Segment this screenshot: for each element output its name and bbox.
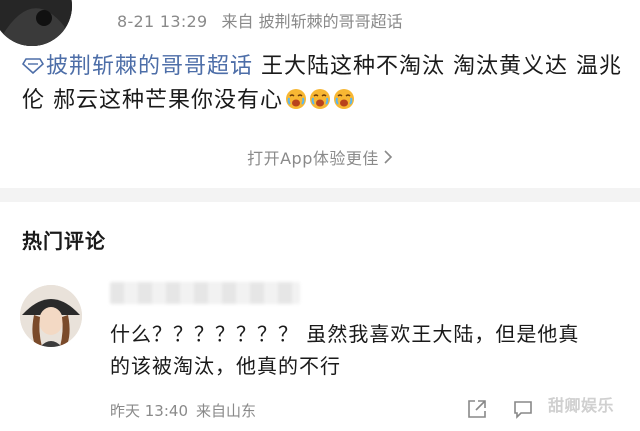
post-author-avatar[interactable] xyxy=(0,0,72,46)
chevron-right-icon xyxy=(383,149,393,168)
open-app-link[interactable]: 打开App体验更佳 xyxy=(0,145,640,169)
topic-link[interactable]: 披荆斩棘的哥哥超话 xyxy=(22,54,253,79)
commenter-avatar[interactable] xyxy=(20,285,82,347)
topic-label: 披荆斩棘的哥哥超话 xyxy=(46,54,254,79)
avatar-image xyxy=(20,285,82,347)
post-text: 披荆斩棘的哥哥超话 王大陆这种不淘汰 淘汰黄义达 温兆伦 郝云这种芒果你没有心 xyxy=(22,50,622,118)
comment-time: 昨天 13:40 xyxy=(110,402,188,420)
hot-comments-title: 热门评论 xyxy=(22,229,106,253)
watermark: 甜卿娱乐 xyxy=(548,396,615,415)
post-source[interactable]: 来自 披荆斩棘的哥哥超话 xyxy=(222,12,403,31)
section-divider xyxy=(0,188,640,202)
post-meta: 8-21 13:29 来自 披荆斩棘的哥哥超话 xyxy=(117,8,403,32)
open-app-label: 打开App体验更佳 xyxy=(247,149,379,168)
comment-source: 来自山东 xyxy=(196,402,257,420)
share-icon[interactable] xyxy=(466,398,488,420)
comment-icon[interactable] xyxy=(512,398,534,420)
post-time: 8-21 13:29 xyxy=(117,12,208,31)
comment-text: 什么？？？？？？？ 虽然我喜欢王大陆，但是他真的该被淘汰，他真的不行 xyxy=(110,322,580,378)
avatar-image xyxy=(0,0,72,46)
diamond-icon xyxy=(22,58,44,74)
crying-face-icon xyxy=(283,88,355,113)
commenter-username-redacted[interactable] xyxy=(110,282,300,304)
comment-meta: 昨天 13:40 来自山东 xyxy=(110,400,256,421)
